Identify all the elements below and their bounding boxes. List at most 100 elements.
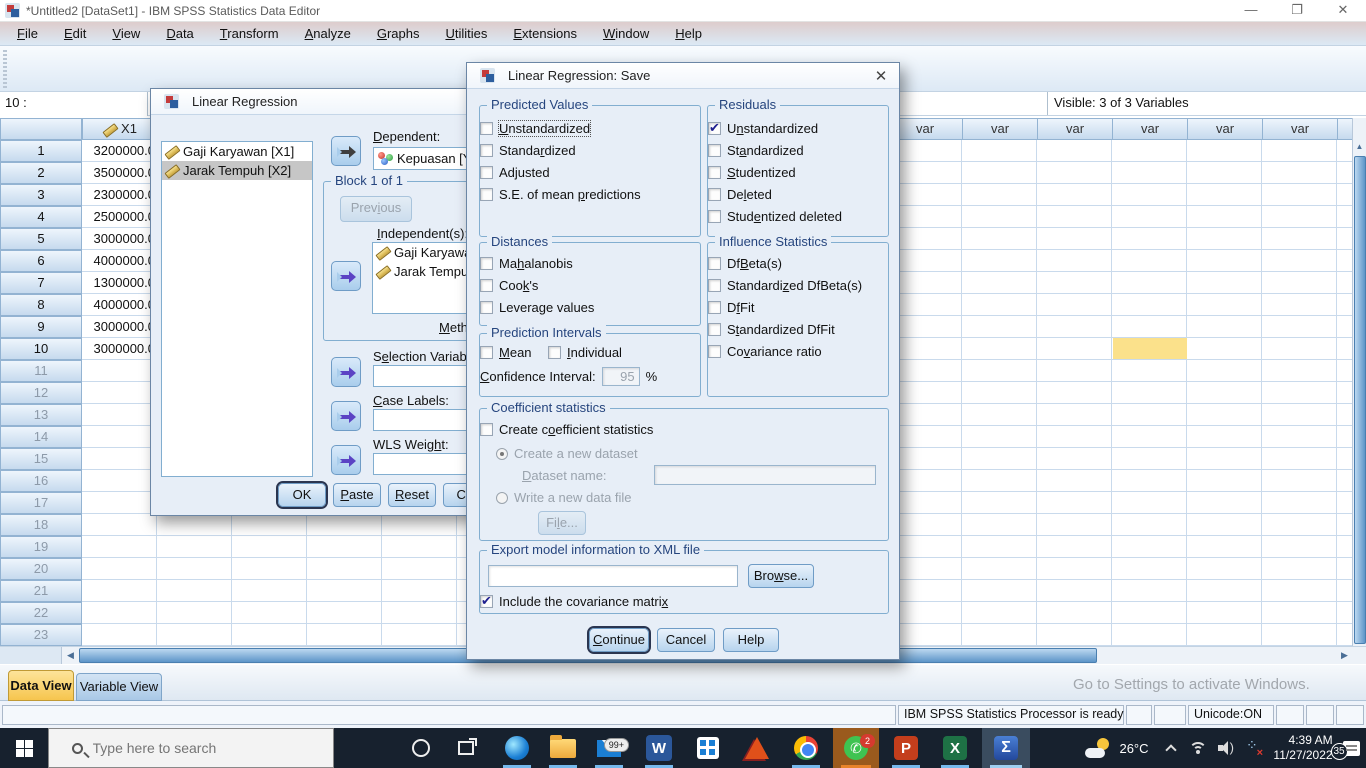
checkbox-studentized[interactable]: Studentized	[708, 164, 796, 181]
row-header[interactable]: 21	[0, 580, 82, 602]
data-cell-x1[interactable]: 3000000.0	[82, 338, 157, 360]
column-header-x1[interactable]: X1	[82, 118, 158, 140]
continue-button[interactable]: Continue	[589, 628, 649, 652]
var-column-header[interactable]: var	[1262, 118, 1338, 140]
tray-status[interactable]	[1240, 728, 1266, 768]
toolbar-grip[interactable]	[3, 50, 7, 88]
checkbox[interactable]	[480, 595, 493, 608]
dataset-name-input[interactable]	[654, 465, 876, 485]
tray-clock[interactable]: 4:39 AM 11/27/2022	[1272, 728, 1334, 768]
menu-data[interactable]: Data	[153, 22, 206, 46]
move-case-labels-button[interactable]	[331, 401, 361, 431]
checkbox[interactable]	[708, 301, 721, 314]
checkbox-studentized-deleted[interactable]: Studentized deleted	[708, 208, 842, 225]
checkbox[interactable]	[480, 346, 493, 359]
data-cell-x1[interactable]: 4000000.0	[82, 294, 157, 316]
checkbox[interactable]	[480, 301, 493, 314]
checkbox-mean[interactable]: Mean	[480, 344, 532, 361]
menu-analyze[interactable]: Analyze	[292, 22, 364, 46]
checkbox[interactable]	[480, 166, 493, 179]
restore-button[interactable]: ❐	[1274, 0, 1320, 22]
data-cell-x1[interactable]: 3000000.0	[82, 316, 157, 338]
menu-edit[interactable]: Edit	[51, 22, 99, 46]
ok-button[interactable]: OK	[278, 483, 326, 507]
menu-utilities[interactable]: Utilities	[432, 22, 500, 46]
checkbox-adjusted[interactable]: Adjusted	[480, 164, 550, 181]
cortana-button[interactable]	[400, 728, 442, 768]
browse-button[interactable]: Browse...	[748, 564, 814, 588]
menu-file[interactable]: File	[4, 22, 51, 46]
taskbar-file-explorer[interactable]	[541, 728, 585, 768]
checkbox[interactable]	[708, 122, 721, 135]
taskbar-store[interactable]	[686, 728, 730, 768]
previous-button[interactable]: Previous	[340, 196, 412, 222]
row-header[interactable]: 22	[0, 602, 82, 624]
checkbox[interactable]	[708, 188, 721, 201]
vertical-scroll-thumb[interactable]	[1354, 156, 1366, 644]
menu-transform[interactable]: Transform	[207, 22, 292, 46]
move-selection-button[interactable]	[331, 357, 361, 387]
radio-create-new-dataset[interactable]: Create a new dataset	[496, 445, 638, 462]
scroll-up-arrow-icon[interactable]: ▲	[1353, 140, 1366, 154]
help-button[interactable]: Help	[723, 628, 779, 652]
task-view-button[interactable]	[445, 728, 487, 768]
taskbar-powerpoint[interactable]: P	[884, 728, 928, 768]
row-header[interactable]: 2	[0, 162, 82, 184]
checkbox[interactable]	[708, 279, 721, 292]
checkbox-standardized-dffit[interactable]: Standardized DfFit	[708, 321, 835, 338]
close-button[interactable]: ✕	[1320, 0, 1366, 22]
checkbox[interactable]	[480, 257, 493, 270]
taskbar-excel[interactable]: X	[933, 728, 977, 768]
data-cell-x1[interactable]: 2500000.0	[82, 206, 157, 228]
minimize-button[interactable]: —	[1228, 0, 1274, 22]
tray-volume[interactable]: )	[1212, 728, 1240, 768]
vertical-scrollbar[interactable]: ▲	[1352, 118, 1366, 646]
checkbox-cooks[interactable]: Cook's	[480, 277, 538, 294]
checkbox-leverage-values[interactable]: Leverage values	[480, 299, 594, 316]
var-column-header[interactable]: var	[962, 118, 1038, 140]
var-column-header[interactable]: var	[1112, 118, 1188, 140]
checkbox[interactable]	[480, 144, 493, 157]
scroll-right-arrow-icon[interactable]: ▶	[1337, 648, 1352, 663]
checkbox[interactable]	[548, 346, 561, 359]
checkbox-create-coefficient-statistics[interactable]: Create coefficient statistics	[480, 421, 653, 438]
radio-button[interactable]	[496, 448, 508, 460]
save-dialog-titlebar[interactable]: Linear Regression: Save ✕	[467, 63, 899, 89]
cancel-button[interactable]: Cancel	[657, 628, 715, 652]
checkbox-mahalanobis[interactable]: Mahalanobis	[480, 255, 573, 272]
taskbar-search[interactable]	[48, 728, 334, 768]
var-column-header[interactable]: var	[1187, 118, 1263, 140]
start-button[interactable]	[0, 728, 48, 768]
row-header[interactable]: 23	[0, 624, 82, 646]
tray-network[interactable]	[1184, 728, 1212, 768]
menu-help[interactable]: Help	[662, 22, 715, 46]
menu-graphs[interactable]: Graphs	[364, 22, 433, 46]
checkbox[interactable]	[708, 144, 721, 157]
data-cell-x1[interactable]: 4000000.0	[82, 250, 157, 272]
checkbox-standardized-dfbeta[interactable]: Standardized DfBeta(s)	[708, 277, 862, 294]
row-header[interactable]: 7	[0, 272, 82, 294]
checkbox-dffit[interactable]: DfFit	[708, 299, 754, 316]
checkbox[interactable]	[480, 122, 493, 135]
tray-show-hidden-icons[interactable]	[1158, 728, 1184, 768]
row-header[interactable]: 6	[0, 250, 82, 272]
move-wls-button[interactable]	[331, 445, 361, 475]
checkbox-covariance-ratio[interactable]: Covariance ratio	[708, 343, 822, 360]
row-header[interactable]: 5	[0, 228, 82, 250]
taskbar-edge[interactable]	[495, 728, 539, 768]
row-header[interactable]: 11	[0, 360, 82, 382]
menu-extensions[interactable]: Extensions	[500, 22, 590, 46]
checkbox-standardized-predicted[interactable]: Standardized	[480, 142, 576, 159]
checkbox[interactable]	[480, 423, 493, 436]
taskbar-spss[interactable]: Σ	[982, 728, 1030, 768]
row-header[interactable]: 8	[0, 294, 82, 316]
row-header[interactable]: 4	[0, 206, 82, 228]
tray-temperature[interactable]: 26°C	[1112, 728, 1156, 768]
row-header[interactable]: 19	[0, 536, 82, 558]
checkbox-dfbeta[interactable]: DfBeta(s)	[708, 255, 782, 272]
radio-write-new-data-file[interactable]: Write a new data file	[496, 489, 632, 506]
data-cell-x1[interactable]: 3000000.0	[82, 228, 157, 250]
move-dependent-button[interactable]	[331, 136, 361, 166]
taskbar-matlab[interactable]	[735, 728, 779, 768]
checkbox-unstandardized-residuals[interactable]: Unstandardized	[708, 120, 818, 137]
